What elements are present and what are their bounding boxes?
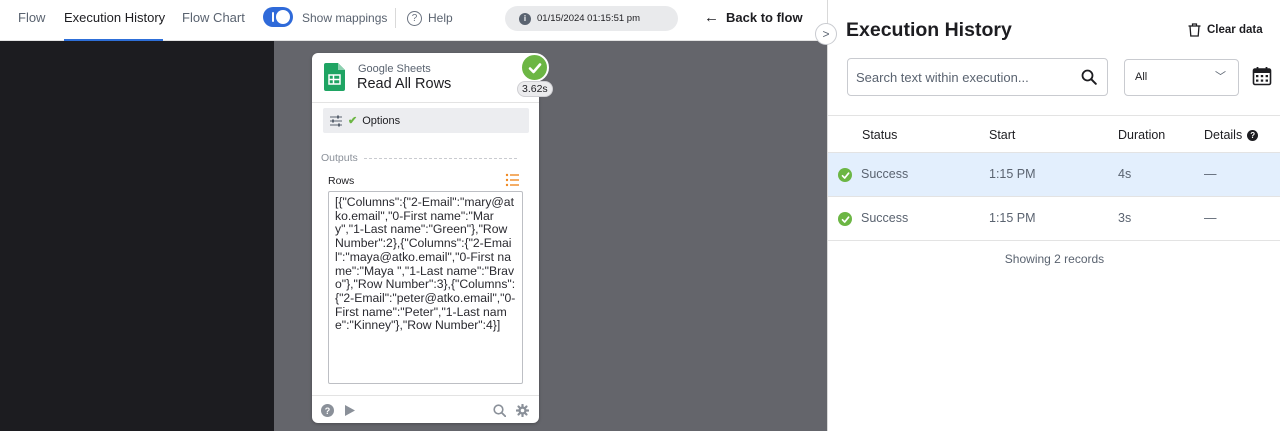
left-dark-pane <box>0 41 274 431</box>
timestamp-text: 01/15/2024 01:15:51 pm <box>537 13 641 24</box>
back-to-flow-label: Back to flow <box>726 10 803 25</box>
calendar-icon[interactable] <box>1252 66 1272 86</box>
check-icon: ✔ <box>348 115 358 127</box>
toggle-on-indicator <box>272 12 274 22</box>
options-button[interactable]: ✔ Options <box>323 108 529 133</box>
google-sheets-icon <box>324 63 345 91</box>
gear-icon[interactable] <box>516 404 529 417</box>
success-check-icon <box>520 53 549 82</box>
search-icon[interactable] <box>493 404 506 417</box>
cell-start: 1:15 PM <box>989 211 1036 225</box>
outputs-section-header: Outputs <box>321 152 517 164</box>
show-mappings-toggle[interactable] <box>263 7 293 27</box>
duration-badge: 3.62s <box>517 81 553 97</box>
cell-start: 1:15 PM <box>989 167 1036 181</box>
card-header: Google Sheets Read All Rows <box>312 53 539 103</box>
cell-status: Success <box>861 167 909 181</box>
success-icon <box>838 168 852 182</box>
success-icon <box>838 212 852 226</box>
clear-data-button[interactable]: Clear data <box>1188 23 1263 37</box>
svg-text:?: ? <box>325 406 331 416</box>
tab-execution-history[interactable]: Execution History <box>64 0 165 41</box>
arrow-left-icon: ← <box>704 9 719 26</box>
cell-status: Success <box>861 211 909 225</box>
show-mappings-label: Show mappings <box>302 11 388 25</box>
question-icon: ? <box>1247 129 1259 141</box>
tab-flow[interactable]: Flow <box>18 0 45 41</box>
panel-title: Execution History <box>846 19 1012 41</box>
column-header-details: Details ? <box>1204 128 1259 142</box>
rows-output-value[interactable]: [{"Columns":{"2-Email":"mary@atko.email"… <box>328 191 523 384</box>
chevron-right-icon: > <box>822 27 830 41</box>
divider <box>395 8 396 28</box>
status-filter-value: All <box>1135 71 1148 83</box>
execution-table: Status Start Duration Details ? Success … <box>828 115 1280 241</box>
search-input[interactable] <box>856 59 1076 95</box>
status-filter-select[interactable]: All ﹀ <box>1124 59 1239 96</box>
info-icon: i <box>519 12 531 25</box>
table-header: Status Start Duration Details ? <box>828 115 1280 153</box>
help-button[interactable]: ? Help <box>407 9 453 27</box>
collapse-panel-button[interactable]: > <box>815 23 837 45</box>
search-box <box>847 58 1108 96</box>
cell-details: — <box>1204 211 1217 225</box>
card-footer: ? <box>312 395 539 423</box>
play-icon[interactable] <box>343 404 356 417</box>
sliders-icon <box>330 115 342 126</box>
clear-data-label: Clear data <box>1207 24 1263 36</box>
google-sheets-card[interactable]: Google Sheets Read All Rows 3.62s ✔ Opti… <box>312 53 553 423</box>
help-label: Help <box>428 11 453 25</box>
trash-icon <box>1188 23 1201 37</box>
records-count: Showing 2 records <box>1004 252 1105 266</box>
question-icon: ? <box>407 10 422 26</box>
back-to-flow-button[interactable]: ← Back to flow <box>704 9 803 26</box>
dashed-divider <box>363 157 517 159</box>
execution-history-panel: Execution History Clear data All ﹀ Statu… <box>827 0 1280 431</box>
card-app-name: Google Sheets <box>358 63 431 75</box>
help-circle-icon[interactable]: ? <box>321 404 334 417</box>
execution-timestamp-pill[interactable]: i 01/15/2024 01:15:51 pm <box>505 6 678 31</box>
rows-label: Rows <box>328 175 355 187</box>
toggle-knob <box>276 10 290 24</box>
table-row[interactable]: Success 1:15 PM 4s — <box>828 153 1280 197</box>
cell-duration: 4s <box>1118 167 1132 181</box>
top-nav-bar: Flow Execution History Flow Chart Show m… <box>0 0 827 41</box>
tab-flow-chart[interactable]: Flow Chart <box>182 0 245 41</box>
card-action-name: Read All Rows <box>357 76 452 92</box>
cell-details: — <box>1204 167 1217 181</box>
chevron-down-icon: ﹀ <box>1215 71 1226 83</box>
cell-duration: 3s <box>1118 211 1132 225</box>
column-header-start: Start <box>989 128 1016 142</box>
outputs-label: Outputs <box>321 152 358 164</box>
list-icon[interactable] <box>505 173 520 187</box>
column-header-duration: Duration <box>1118 128 1166 142</box>
column-header-status: Status <box>862 128 898 142</box>
table-row[interactable]: Success 1:15 PM 3s — <box>828 197 1280 241</box>
search-icon[interactable] <box>1081 69 1097 85</box>
options-label: Options <box>362 114 401 127</box>
